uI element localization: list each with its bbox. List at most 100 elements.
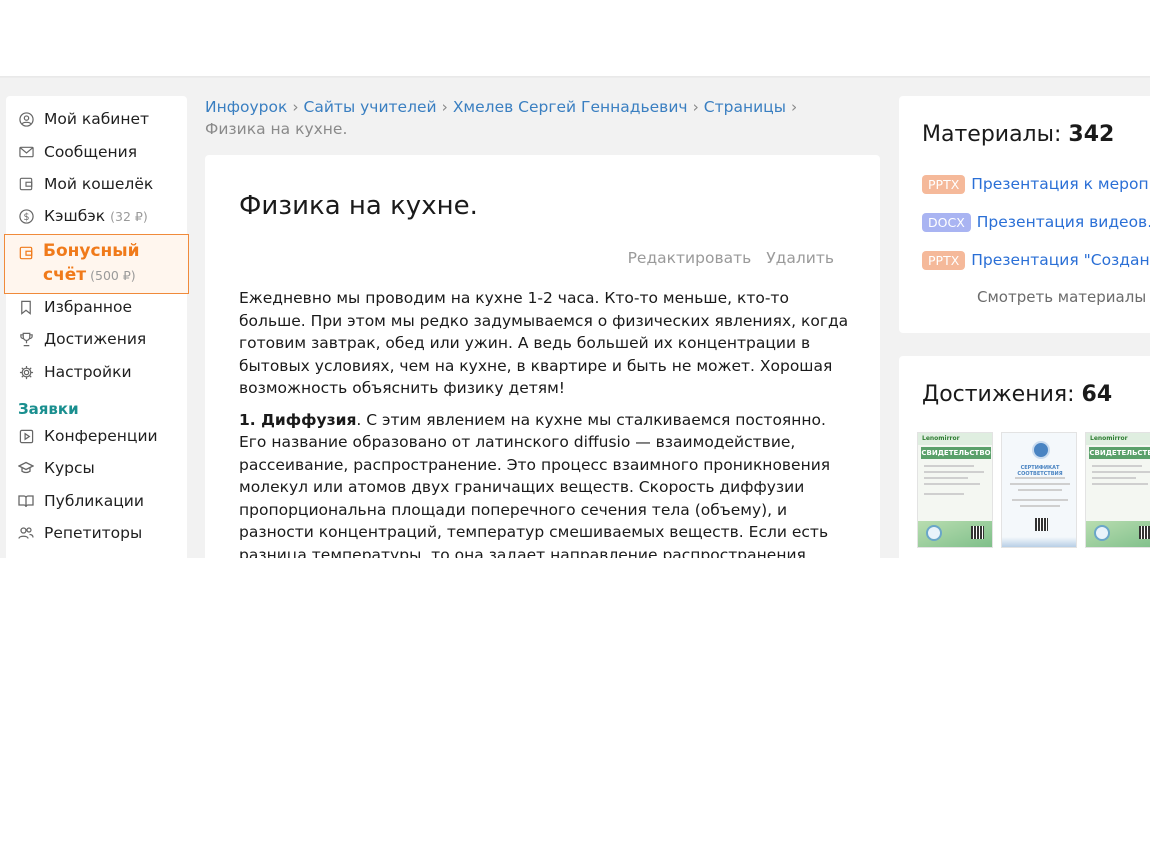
wallet-icon <box>18 176 34 192</box>
sidebar-item-bonus-account[interactable]: Бонусный счёт (500 ₽) <box>4 234 189 294</box>
graduation-cap-icon <box>18 460 34 476</box>
sidebar-item-courses[interactable]: Курсы <box>6 455 187 481</box>
sidebar-item-publications[interactable]: Публикации <box>6 488 187 514</box>
certificate-text-line <box>924 493 964 495</box>
material-item[interactable]: DOCX Презентация видеов... <box>922 211 1150 233</box>
materials-count: 342 <box>1068 122 1115 147</box>
certificate-thumbnail[interactable]: Lenomirror СВИДЕТЕЛЬСТВО <box>917 432 993 548</box>
sidebar-item-label: Мой кабинет <box>44 110 150 128</box>
top-header <box>0 0 1150 78</box>
sidebar-item-label: Кэшбэк <box>44 207 106 225</box>
certificate-text-line <box>924 471 984 473</box>
file-type-badge: DOCX <box>922 212 971 232</box>
certificate-text-line <box>924 483 980 485</box>
material-link[interactable]: Презентация видеов... <box>977 213 1150 231</box>
bonus-label-word: счёт <box>43 265 87 285</box>
breadcrumb-link-teacher-sites[interactable]: Сайты учителей <box>304 98 437 116</box>
breadcrumb-separator: › <box>692 98 699 116</box>
envelope-icon <box>18 144 34 160</box>
delete-button[interactable]: Удалить <box>766 249 834 267</box>
certificate-text-line <box>1015 477 1065 479</box>
sidebar-item-label: Репетиторы <box>44 524 143 542</box>
breadcrumb-link-infourok[interactable]: Инфоурок <box>205 98 287 116</box>
breadcrumb: Инфоурок › Сайты учителей › Хмелев Сергей Ге… <box>205 96 865 140</box>
breadcrumb-link-author[interactable]: Хмелев Сергей Геннадьевич <box>453 98 688 116</box>
certificate-text-line <box>924 465 974 467</box>
material-item[interactable]: PPTX Презентация "Создан... <box>922 249 1150 271</box>
certificate-text-line <box>1092 477 1136 479</box>
breadcrumb-current: Физика на кухне. <box>205 120 348 138</box>
certificate-text-line <box>1092 465 1142 467</box>
sidebar-item-my-cabinet[interactable]: Мой кабинет <box>6 106 187 132</box>
material-link[interactable]: Презентация к мероп... <box>971 175 1150 193</box>
seal-icon <box>926 525 942 541</box>
sidebar-item-label: Избранное <box>44 298 133 316</box>
sidebar-item-achievements[interactable]: Достижения <box>6 326 187 352</box>
article-paragraph: Ежедневно мы проводим на кухне 1-2 часа.… <box>239 289 849 397</box>
paragraph-text: . С этим явлением на кухне мы сталкиваем… <box>239 410 831 559</box>
certificate-thumbnail[interactable]: СЕРТИФИКАТ СООТВЕТСТВИЯ <box>1001 432 1077 548</box>
certificate-title: СВИДЕТЕЛЬСТВО <box>1089 447 1150 459</box>
sidebar-item-cashback[interactable]: $ Кэшбэк (32 ₽) <box>6 203 187 229</box>
achievements-panel: Достижения: 64 Lenomirror СВИДЕТЕЛЬСТВО … <box>899 356 1150 558</box>
trophy-icon <box>18 331 34 347</box>
sidebar-item-label: Настройки <box>44 363 132 381</box>
sidebar-item-label: Конференции <box>44 427 158 445</box>
cashback-amount: (32 ₽) <box>110 208 148 224</box>
qr-code-icon <box>971 526 984 539</box>
certificate-brand: Lenomirror <box>922 435 960 442</box>
sidebar-item-label: Сообщения <box>44 143 138 161</box>
certificate-text-line <box>1020 505 1060 507</box>
user-circle-icon <box>18 111 34 127</box>
view-materials-link[interactable]: Смотреть материалы › <box>977 288 1150 306</box>
materials-label: Материалы: <box>922 122 1062 147</box>
bonus-label-line2: счёт (500 ₽) <box>43 265 136 285</box>
achievements-count: 64 <box>1081 382 1113 407</box>
wallet-icon <box>19 245 35 261</box>
article-card: Физика на кухне. Редактировать Удалить Е… <box>205 155 880 558</box>
article-paragraph: 1. Диффузия. С этим явлением на кухне мы… <box>239 409 851 559</box>
section-title-requests: Заявки <box>18 400 79 418</box>
certificate-text-line <box>1092 471 1150 473</box>
sidebar-item-label: Курсы <box>44 459 95 477</box>
file-type-badge: PPTX <box>922 174 966 194</box>
certificate-thumbnail[interactable]: Lenomirror СВИДЕТЕЛЬСТВО <box>1085 432 1150 548</box>
certificate-text-line <box>1018 489 1062 491</box>
breadcrumb-separator: › <box>292 98 299 116</box>
play-square-icon <box>18 428 34 444</box>
dollar-circle-icon: $ <box>18 208 34 224</box>
certificate-text-line <box>1012 499 1068 501</box>
sidebar-item-conferences[interactable]: Конференции <box>6 423 187 449</box>
breadcrumb-link-pages[interactable]: Страницы <box>704 98 786 116</box>
book-open-icon <box>18 493 34 509</box>
certificate-title: СВИДЕТЕЛЬСТВО <box>921 447 991 459</box>
emblem-icon <box>1032 441 1050 459</box>
sidebar-item-messages[interactable]: Сообщения <box>6 139 187 165</box>
qr-code-icon <box>1035 518 1048 531</box>
article-body: Ежедневно мы проводим на кухне 1-2 часа.… <box>239 287 851 558</box>
bonus-label-line1: Бонусный <box>43 241 140 261</box>
material-link[interactable]: Презентация "Создан... <box>971 251 1150 269</box>
edit-button[interactable]: Редактировать <box>628 249 752 267</box>
material-item[interactable]: PPTX Презентация к мероп... <box>922 173 1150 195</box>
svg-text:$: $ <box>23 211 29 222</box>
page-title: Физика на кухне. <box>239 191 478 221</box>
breadcrumb-separator: › <box>441 98 448 116</box>
sidebar-item-settings[interactable]: Настройки <box>6 359 187 385</box>
page-viewport: Мой кабинет Сообщения Мой кошелёк $ Кэшб… <box>0 78 1150 558</box>
sidebar-item-label: Мой кошелёк <box>44 175 154 193</box>
bookmark-icon <box>18 299 34 315</box>
gear-icon <box>18 364 34 380</box>
bonus-amount: (500 ₽) <box>90 268 136 283</box>
sidebar-item-wallet[interactable]: Мой кошелёк <box>6 171 187 197</box>
article-actions: Редактировать Удалить <box>618 249 834 267</box>
paragraph-heading: 1. Диффузия <box>239 410 357 429</box>
certificate-brand: Lenomirror <box>1090 435 1128 442</box>
sidebar-item-favorites[interactable]: Избранное <box>6 294 187 320</box>
materials-title: Материалы: 342 <box>922 122 1114 147</box>
certificate-text-line <box>924 477 968 479</box>
certificate-text-line <box>1010 483 1070 485</box>
sidebar-item-tutors[interactable]: Репетиторы <box>6 520 187 546</box>
breadcrumb-separator: › <box>790 98 798 116</box>
certificate-wave <box>1002 537 1076 547</box>
